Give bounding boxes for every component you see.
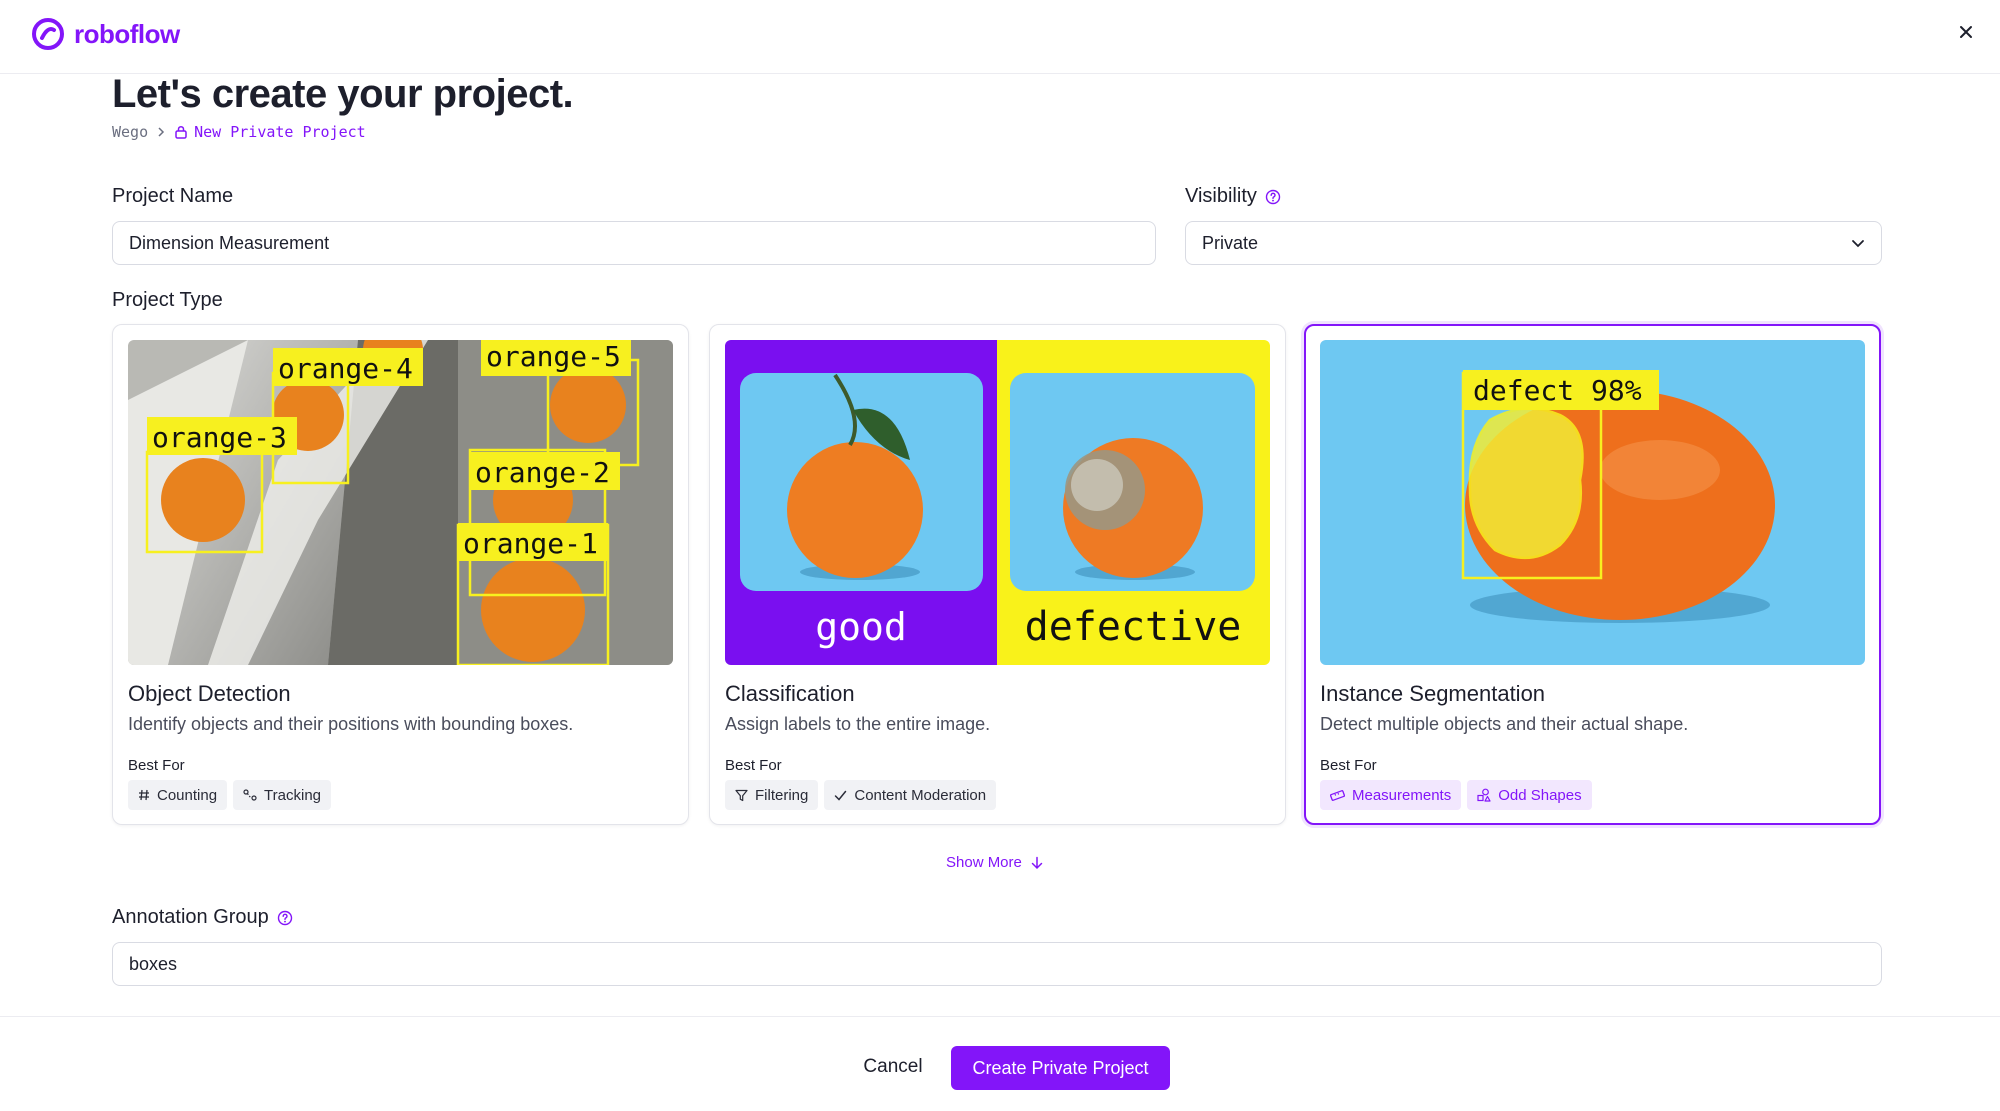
shapes-icon — [1477, 788, 1491, 802]
show-more-label: Show More — [946, 854, 1022, 871]
project-name-field[interactable] — [112, 221, 1156, 265]
hash-icon — [139, 789, 149, 801]
chevron-right-icon — [158, 127, 165, 137]
close-icon — [1960, 26, 1972, 38]
svg-text:orange-2: orange-2 — [475, 456, 610, 489]
detection-label: orange-5 — [481, 340, 631, 376]
tracking-icon — [243, 789, 257, 801]
tag-list: Measurements Odd Shapes — [1320, 780, 1592, 810]
tag-label: Filtering — [755, 786, 809, 804]
annotation-group-label: Annotation Group — [112, 906, 293, 929]
tag-filtering: Filtering — [725, 780, 819, 810]
check-icon — [835, 790, 847, 801]
tag-label: Measurements — [1352, 786, 1452, 804]
project-type-label-text: Project Type — [112, 289, 223, 311]
card-description: Detect multiple objects and their actual… — [1320, 714, 1689, 734]
tag-content-moderation: Content Moderation — [824, 780, 997, 810]
roboflow-logo[interactable]: roboflow — [32, 18, 180, 50]
detection-label: orange-4 — [273, 348, 423, 386]
roboflow-logo-icon — [32, 18, 64, 50]
detection-label: orange-2 — [470, 452, 620, 490]
show-more-button[interactable]: Show More — [946, 854, 1044, 871]
class-label-good: good — [815, 605, 907, 649]
detection-label: orange-1 — [458, 523, 608, 561]
svg-text:orange-1: orange-1 — [463, 527, 598, 560]
svg-text:orange-5: orange-5 — [486, 340, 621, 373]
logo-text: roboflow — [74, 18, 180, 49]
card-title: Classification — [725, 681, 855, 706]
instance-segmentation-image: defect 98% — [1320, 340, 1865, 665]
breadcrumb-workspace[interactable]: Wego — [112, 123, 148, 141]
page-title: Let's create your project. — [112, 72, 574, 116]
project-type-card-object-detection[interactable]: orange-4 orange-5 orange-3 orange-2 oran… — [112, 324, 689, 825]
create-private-project-button[interactable]: Create Private Project — [951, 1046, 1170, 1090]
tag-measurements: Measurements — [1320, 780, 1462, 810]
classification-image: good defective — [725, 340, 1270, 665]
class-label-defective: defective — [1025, 604, 1242, 650]
visibility-label-text: Visibility — [1185, 185, 1257, 207]
detection-label: orange-3 — [147, 417, 297, 455]
chevron-down-icon — [1852, 240, 1864, 248]
annotation-group-input[interactable] — [129, 953, 1865, 975]
project-name-input[interactable] — [129, 232, 1139, 254]
tag-label: Counting — [157, 786, 218, 804]
card-title: Object Detection — [128, 681, 291, 706]
best-for-label: Best For — [128, 757, 185, 774]
tag-label: Tracking — [264, 786, 322, 804]
tag-list: Counting Tracking — [128, 780, 332, 810]
visibility-value: Private — [1202, 232, 1259, 253]
lock-icon — [175, 125, 187, 139]
top-bar: roboflow — [0, 0, 2000, 74]
project-type-card-instance-segmentation[interactable]: defect 98% Instance Segmentation Detect … — [1304, 324, 1881, 825]
best-for-label: Best For — [1320, 757, 1377, 774]
svg-text:orange-4: orange-4 — [278, 352, 413, 385]
segmentation-label: defect 98% — [1473, 374, 1642, 407]
visibility-label: Visibility — [1185, 185, 1281, 208]
annotation-group-field[interactable] — [112, 942, 1882, 986]
project-type-card-classification[interactable]: good defective Classification Assign lab… — [709, 324, 1286, 825]
svg-text:orange-3: orange-3 — [152, 421, 287, 454]
visibility-select[interactable]: Private — [1185, 221, 1882, 265]
project-name-label: Project Name — [112, 185, 233, 208]
help-icon[interactable] — [277, 910, 293, 926]
card-title: Instance Segmentation — [1320, 681, 1546, 706]
help-icon[interactable] — [1265, 189, 1281, 205]
tag-odd-shapes: Odd Shapes — [1467, 780, 1592, 810]
tag-tracking: Tracking — [233, 780, 332, 810]
breadcrumb-current-label: New Private Project — [194, 123, 366, 141]
tag-label: Odd Shapes — [1498, 786, 1582, 804]
ruler-icon — [1330, 789, 1345, 801]
best-for-label: Best For — [725, 757, 782, 774]
project-type-label: Project Type — [112, 289, 223, 312]
arrow-down-icon — [1031, 856, 1043, 869]
object-detection-image: orange-4 orange-5 orange-3 orange-2 oran… — [128, 340, 673, 665]
tag-counting: Counting — [128, 780, 228, 810]
breadcrumb-current: New Private Project — [174, 123, 366, 141]
tag-label: Content Moderation — [854, 786, 987, 804]
breadcrumb: Wego New Private Project — [112, 123, 366, 141]
project-name-label-text: Project Name — [112, 185, 234, 207]
close-button[interactable] — [1952, 18, 1980, 46]
filter-icon — [735, 789, 748, 801]
tag-list: Filtering Content Moderation — [725, 780, 997, 810]
annotation-group-label-text: Annotation Group — [112, 906, 269, 928]
card-description: Identify objects and their positions wit… — [128, 714, 574, 734]
card-description: Assign labels to the entire image. — [725, 714, 991, 734]
cancel-button[interactable]: Cancel — [855, 1047, 931, 1087]
